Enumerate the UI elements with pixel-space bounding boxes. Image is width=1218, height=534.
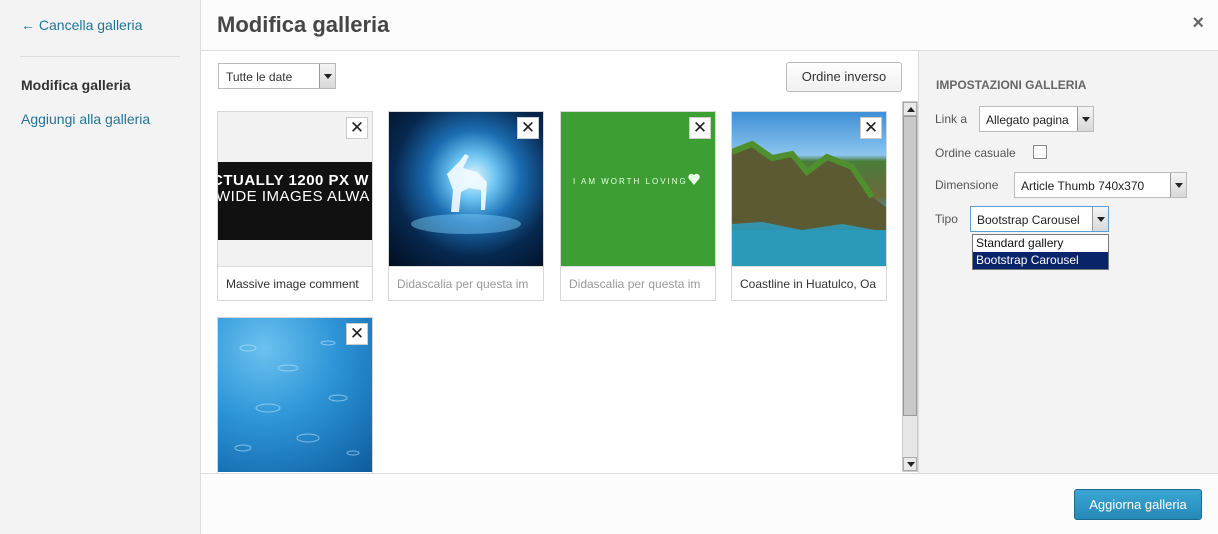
attachment-item[interactable]: CTUALLY 1200 PX W WIDE IMAGES ALWA ✕ Mas… — [217, 111, 373, 301]
attachment-item[interactable]: ✕ Coastline in Huatulco, Oa — [731, 111, 887, 301]
cancel-gallery-link[interactable]: ← Cancella galleria — [21, 17, 142, 33]
random-order-label: Ordine casuale — [935, 146, 1016, 160]
remove-icon[interactable]: ✕ — [346, 117, 368, 139]
link-to-value: Allegato pagina — [986, 113, 1069, 127]
remove-icon[interactable]: ✕ — [860, 117, 882, 139]
chevron-down-icon — [1092, 207, 1108, 231]
update-gallery-button[interactable]: Aggiorna galleria — [1074, 489, 1202, 520]
remove-icon[interactable]: ✕ — [346, 323, 368, 345]
caption-field[interactable]: Didascalia per questa im — [389, 266, 543, 300]
media-menu: ← Cancella galleria Modifica galleria Ag… — [0, 0, 201, 534]
size-label: Dimensione — [935, 178, 999, 192]
footer-toolbar — [201, 473, 1218, 534]
date-filter-value: Tutte le date — [226, 70, 293, 84]
scroll-up-icon[interactable] — [903, 102, 917, 116]
size-value: Article Thumb 740x370 — [1021, 179, 1145, 193]
random-order-checkbox[interactable] — [1033, 145, 1047, 159]
chevron-down-icon — [319, 64, 335, 88]
reverse-order-button[interactable]: Ordine inverso — [786, 62, 902, 92]
link-to-label: Link a — [935, 112, 968, 126]
type-select[interactable]: Bootstrap Carousel — [970, 206, 1109, 232]
caption-field[interactable]: Didascalia per questa im — [561, 266, 715, 300]
attachment-item[interactable]: ✕ Didascalia per questa im — [388, 111, 544, 301]
date-filter-select[interactable]: Tutte le date — [218, 63, 336, 89]
type-option-standard[interactable]: Standard gallery — [973, 235, 1108, 252]
size-select[interactable]: Article Thumb 740x370 — [1014, 172, 1187, 198]
menu-item-edit-gallery[interactable]: Modifica galleria — [21, 77, 131, 93]
close-icon[interactable]: × — [1192, 12, 1204, 35]
attachment-item[interactable]: I AM WORTH LOVING ✕ Didascalia per quest… — [560, 111, 716, 301]
attachments-scrollbar[interactable] — [902, 101, 918, 472]
caption-field[interactable]: Coastline in Huatulco, Oa — [732, 266, 886, 300]
menu-item-add-to-gallery[interactable]: Aggiungi alla galleria — [21, 111, 150, 127]
attachment-item[interactable]: ✕ — [217, 317, 373, 474]
settings-heading: IMPOSTAZIONI GALLERIA — [936, 78, 1087, 92]
scroll-down-icon[interactable] — [903, 457, 917, 471]
remove-icon[interactable]: ✕ — [689, 117, 711, 139]
type-dropdown-list: Standard gallery Bootstrap Carousel — [972, 234, 1109, 270]
chevron-down-icon — [1077, 107, 1093, 131]
menu-separator — [20, 56, 180, 57]
type-option-bootstrap[interactable]: Bootstrap Carousel — [973, 252, 1108, 269]
caption-field[interactable]: Massive image comment — [218, 266, 372, 300]
remove-icon[interactable]: ✕ — [517, 117, 539, 139]
thumbnail-text-line: WIDE IMAGES ALWA — [218, 188, 370, 205]
title-bar: Modifica galleria × — [201, 0, 1218, 51]
page-title: Modifica galleria — [217, 12, 390, 37]
thumbnail-text-line: CTUALLY 1200 PX W — [218, 172, 369, 189]
type-value: Bootstrap Carousel — [977, 213, 1080, 227]
scrollbar-thumb[interactable] — [903, 116, 917, 416]
chevron-down-icon — [1170, 173, 1186, 197]
type-label: Tipo — [935, 212, 958, 226]
link-to-select[interactable]: Allegato pagina — [979, 106, 1094, 132]
